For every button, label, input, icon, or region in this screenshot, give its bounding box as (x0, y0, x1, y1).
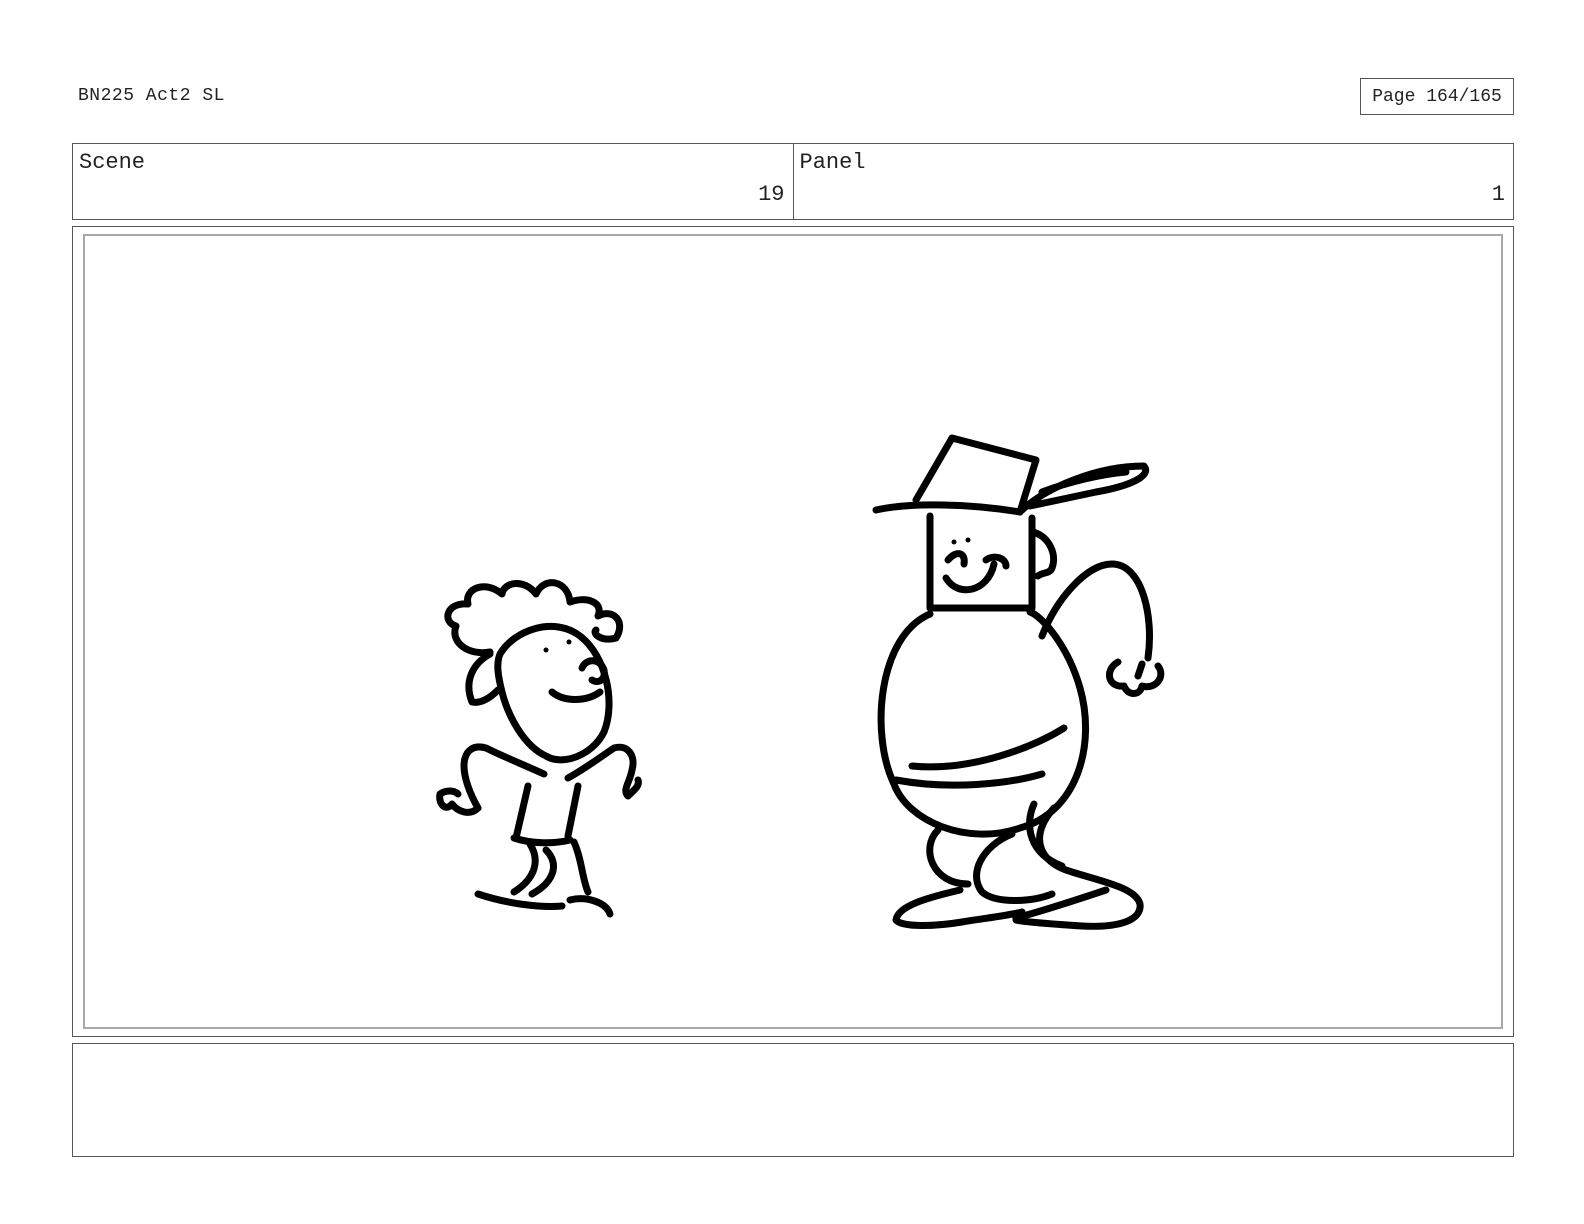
scene-number: 19 (758, 182, 785, 207)
scene-cell: Scene 19 (73, 144, 793, 219)
scene-panel-info: Scene 19 Panel 1 (72, 143, 1514, 220)
document-title: BN225 Act2 SL (78, 86, 225, 106)
scene-label: Scene (79, 150, 146, 175)
panel-number: 1 (1491, 182, 1505, 207)
small-character-sketch (436, 579, 642, 918)
storyboard-frame (72, 226, 1514, 1037)
notes-area (72, 1043, 1514, 1157)
page-indicator: Page 164/165 (1360, 78, 1514, 115)
panel-cell: Panel 1 (792, 144, 1514, 219)
page-number: Page 164/165 (1372, 86, 1502, 107)
storyboard-sketch (436, 434, 1165, 930)
large-character-sketch (872, 434, 1165, 930)
storyboard-drawing-area (83, 234, 1503, 1029)
panel-label: Panel (799, 150, 866, 175)
